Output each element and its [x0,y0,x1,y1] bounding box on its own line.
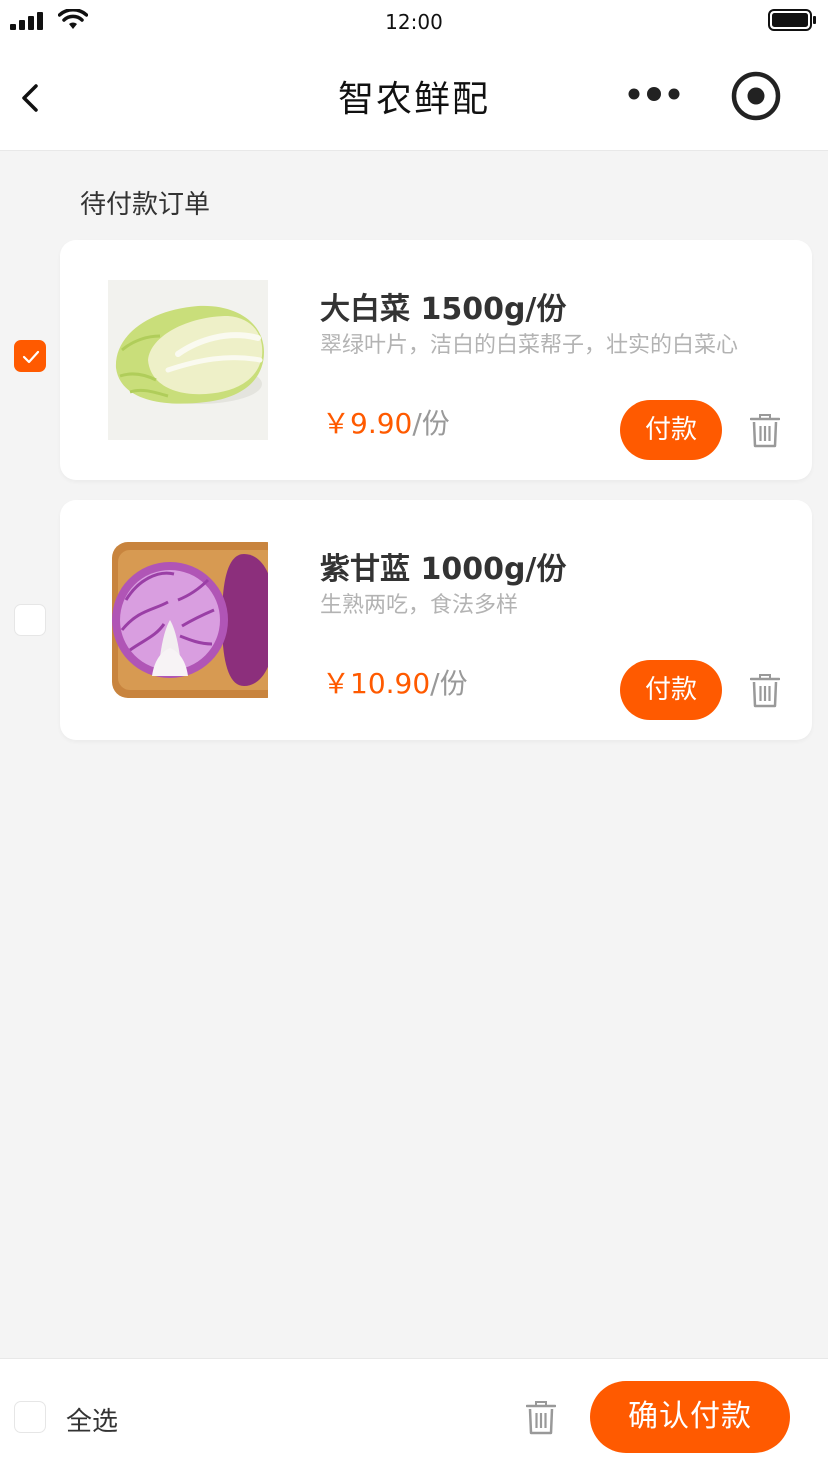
pay-button[interactable]: 付款 [620,660,722,720]
item-checkbox[interactable] [14,340,46,372]
section-title: 待付款订单 [80,190,211,220]
item-checkbox[interactable] [14,604,46,636]
red-cabbage-image [108,540,268,700]
item-name: 紫甘蓝 1000g/份 [320,552,567,587]
more-icon[interactable] [624,82,684,106]
check-icon [22,350,40,364]
select-all-checkbox[interactable] [14,1401,46,1433]
page-title: 智农鲜配 [337,79,490,120]
confirm-payment-button[interactable]: 确认付款 [590,1381,790,1453]
trash-icon[interactable] [750,674,780,708]
price-value: ￥9.90 [322,407,413,440]
item-description: 生熟两吃，食法多样 [320,593,519,618]
pay-button[interactable]: 付款 [620,400,722,460]
trash-icon[interactable] [750,414,780,448]
trash-icon[interactable] [526,1401,556,1435]
item-price: ￥10.90/份 [322,662,468,702]
price-unit: /份 [412,407,450,440]
nav-bar: 智农鲜配 [0,44,828,151]
price-unit: /份 [430,667,468,700]
battery-icon [768,9,816,31]
status-time: 12:00 [385,10,443,34]
close-miniprogram-icon[interactable] [730,70,782,122]
item-description: 翠绿叶片，洁白的白菜帮子，壮实的白菜心 [320,333,739,358]
bottom-action-bar: 全选 确认付款 [0,1358,828,1472]
select-all-label[interactable]: 全选 [66,1401,118,1438]
status-bar: 12:00 [0,0,828,44]
order-card: 大白菜 1500g/份 翠绿叶片，洁白的白菜帮子，壮实的白菜心 ￥9.90/份 … [60,240,812,480]
napa-cabbage-image [108,280,268,440]
price-value: ￥10.90 [322,667,431,700]
item-name: 大白菜 1500g/份 [320,292,567,327]
item-price: ￥9.90/份 [322,402,450,442]
order-card: 紫甘蓝 1000g/份 生熟两吃，食法多样 ￥10.90/份 付款 [60,500,812,740]
